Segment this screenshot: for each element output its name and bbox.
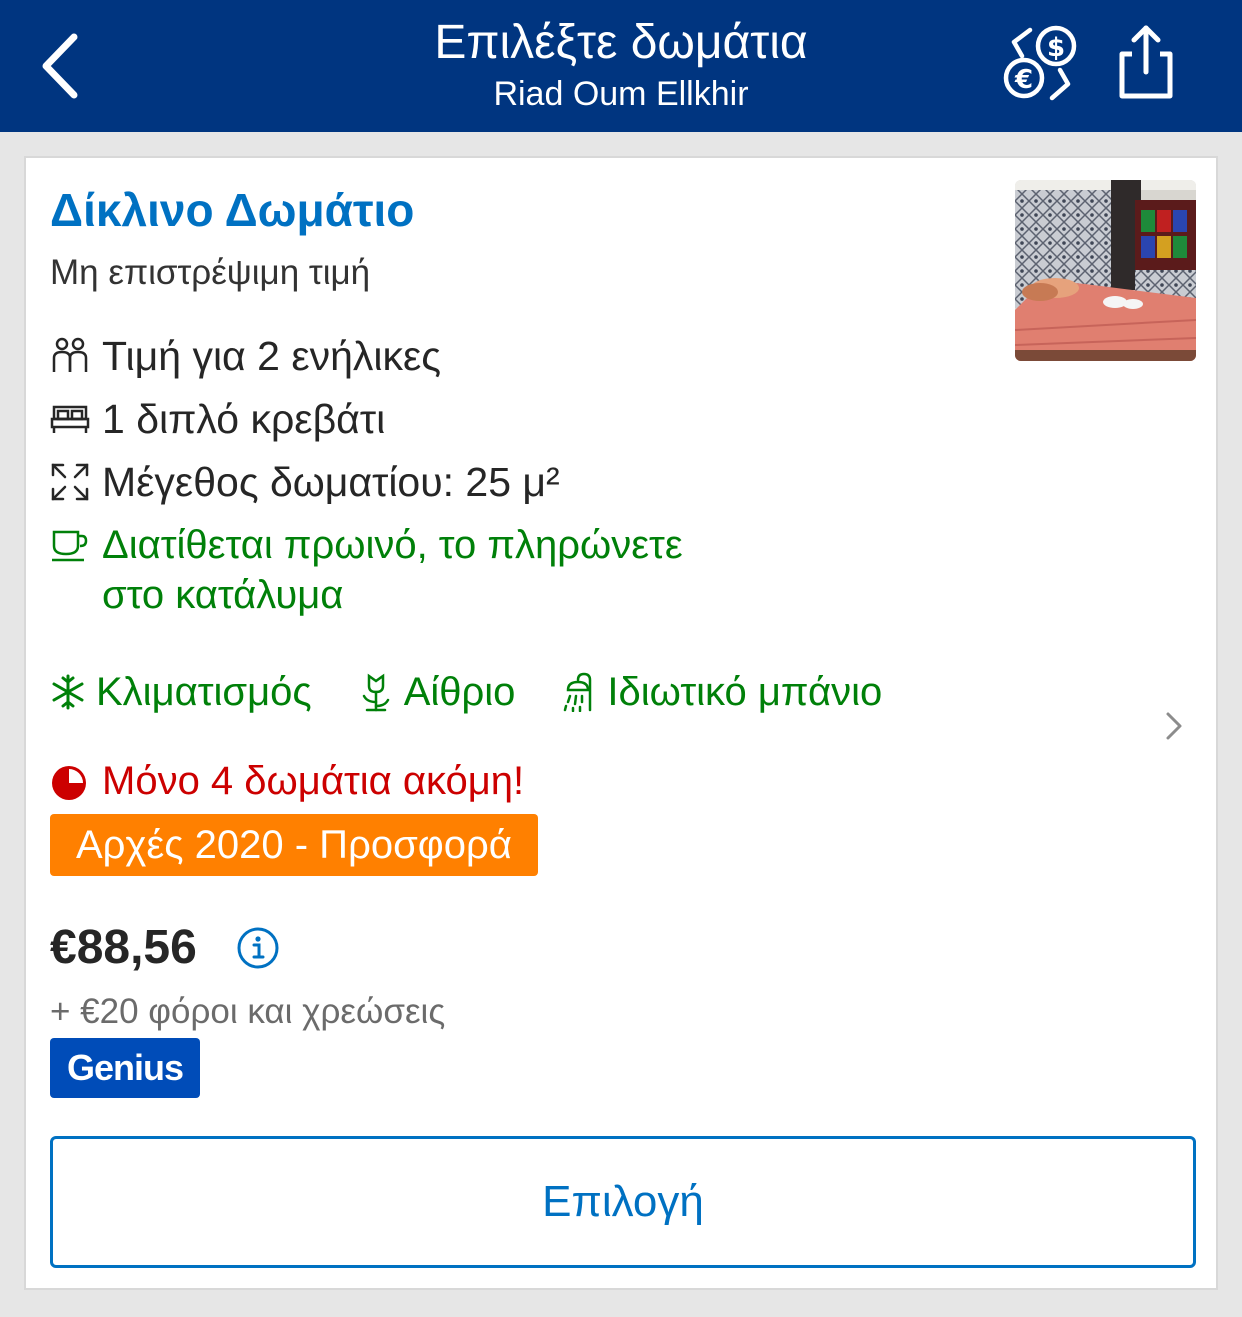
breakfast-line-1: Διατίθεται πρωινό, το πληρώνετε xyxy=(102,523,683,567)
feature-room-size: Μέγεθος δωματίου: 25 μ² xyxy=(50,456,560,508)
app-header: Επιλέξτε δωμάτια Riad Oum Ellkhir $ € xyxy=(0,0,1242,132)
currency-button[interactable]: $ € xyxy=(1000,22,1082,104)
facility-item: Κλιματισμός xyxy=(50,666,312,718)
taxes-and-charges: + €20 φόροι και χρεώσεις xyxy=(50,992,446,1031)
snowflake-icon xyxy=(50,672,86,712)
deal-badge: Αρχές 2020 - Προσφορά xyxy=(50,814,538,876)
header-titles: Επιλέξτε δωμάτια Riad Oum Ellkhir xyxy=(250,14,992,116)
breakfast-line-2: στο κατάλυμα xyxy=(102,573,344,617)
price-info-button[interactable] xyxy=(236,926,280,970)
chevron-left-icon xyxy=(42,33,78,99)
feature-bed: 1 διπλό κρεβάτι xyxy=(50,393,385,445)
genius-badge: Genius xyxy=(50,1038,200,1098)
share-button[interactable] xyxy=(1110,22,1182,104)
room-size-icon xyxy=(50,462,90,502)
room-photo[interactable] xyxy=(1015,180,1196,361)
hotel-name: Riad Oum Ellkhir xyxy=(493,75,749,113)
feature-text: 1 διπλό κρεβάτι xyxy=(102,396,386,442)
room-title[interactable]: Δίκλινο Δωμάτιο xyxy=(50,180,414,240)
facility-item: Αίθριο xyxy=(358,666,516,718)
bed-icon xyxy=(50,399,90,439)
svg-text:$: $ xyxy=(1047,33,1065,63)
facilities-more-chevron[interactable] xyxy=(1160,706,1188,746)
chevron-right-icon xyxy=(1166,712,1182,740)
pie-clock-icon xyxy=(50,762,88,800)
share-icon xyxy=(1119,25,1173,99)
feature-text: Τιμή για 2 ενήλικες xyxy=(102,333,442,379)
back-button[interactable] xyxy=(30,28,90,104)
page-title: Επιλέξτε δωμάτια xyxy=(434,16,808,69)
shower-icon xyxy=(561,672,597,712)
feature-guests: Τιμή για 2 ενήλικες xyxy=(50,330,441,382)
scarcity-message: Μόνο 4 δωμάτια ακόμη! xyxy=(50,754,524,808)
rate-policy: Μη επιστρέψιμη τιμή xyxy=(50,253,371,292)
info-icon xyxy=(237,927,279,969)
room-price: €88,56 xyxy=(50,921,197,974)
room-card: Δίκλινο Δωμάτιο Μη επιστρέψιμη τιμή Τιμή… xyxy=(24,156,1218,1290)
guests-icon xyxy=(50,336,90,376)
currency-exchange-icon: $ € xyxy=(1003,25,1077,101)
facilities-list[interactable]: Κλιματισμός Αίθριο Ιδιωτικό μπάνιο xyxy=(50,666,928,718)
svg-text:€: € xyxy=(1014,65,1033,95)
scarcity-text: Μόνο 4 δωμάτια ακόμη! xyxy=(102,759,525,803)
facility-label: Ιδιωτικό μπάνιο xyxy=(607,670,883,714)
facility-label: Αίθριο xyxy=(403,670,516,714)
coffee-cup-icon xyxy=(50,526,90,566)
breakfast-info: Διατίθεται πρωινό, το πληρώνετε στο κατά… xyxy=(50,520,683,620)
facility-item: Ιδιωτικό μπάνιο xyxy=(561,666,882,718)
flower-icon xyxy=(358,672,394,712)
feature-text: Μέγεθος δωματίου: 25 μ² xyxy=(102,459,560,505)
facility-label: Κλιματισμός xyxy=(96,670,312,714)
select-room-button[interactable]: Επιλογή xyxy=(50,1136,1196,1268)
